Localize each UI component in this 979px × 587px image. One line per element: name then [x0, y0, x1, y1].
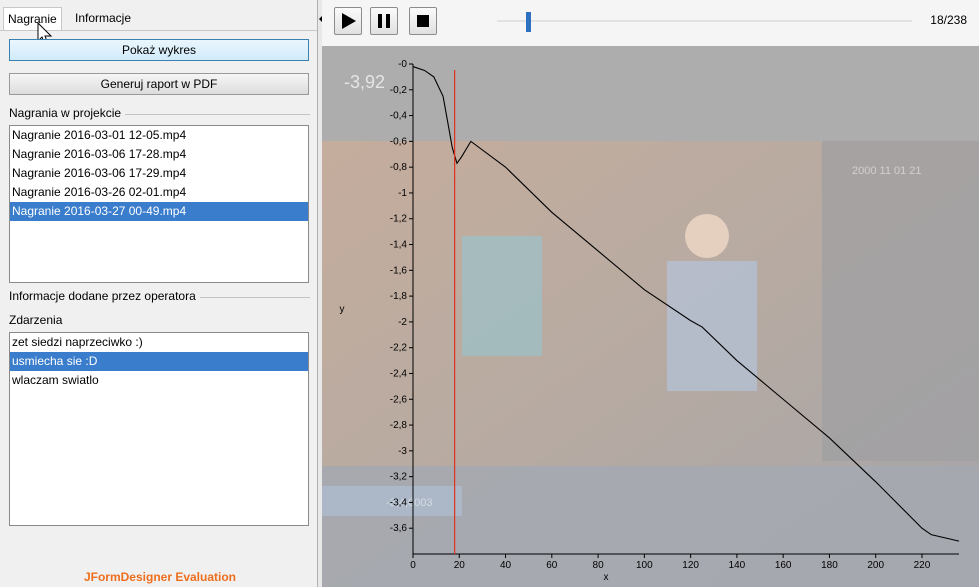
evaluation-watermark: JFormDesigner Evaluation	[83, 570, 237, 584]
y-tick-label: -2	[398, 317, 407, 328]
y-tick-label: -1,4	[390, 240, 408, 251]
x-tick-label: 20	[454, 560, 466, 571]
y-tick-label: -0,2	[390, 85, 408, 96]
frame-counter: 18/238	[930, 13, 967, 27]
y-tick-label: -1,2	[390, 214, 408, 225]
y-tick-label: -0,8	[390, 162, 408, 173]
recording-list-item[interactable]: Nagranie 2016-03-06 17-29.mp4	[10, 164, 308, 183]
event-list-item[interactable]: wlaczam swiatlo	[10, 371, 308, 390]
y-tick-label: -2,6	[390, 394, 408, 405]
x-tick-label: 200	[867, 560, 884, 571]
y-axis-label: y	[340, 304, 345, 315]
play-icon	[342, 13, 356, 29]
left-panel: Nagranie Informacje Pokaż wykres Generuj…	[0, 0, 320, 587]
x-tick-label: 80	[593, 560, 605, 571]
x-tick-label: 180	[821, 560, 838, 571]
chart: 0 20 40 60 80 100 120 140 160 180 200 220 -0 -0,2 -0,4…	[322, 46, 979, 587]
y-tick-label: -2,8	[390, 420, 408, 431]
seek-slider-track[interactable]	[497, 20, 912, 22]
stop-button[interactable]	[409, 7, 437, 35]
recordings-list[interactable]: Nagranie 2016-03-01 12-05.mp4 Nagranie 20…	[9, 125, 309, 283]
operator-info-section-header: Informacje dodane przez operatora	[9, 289, 310, 305]
play-button[interactable]	[334, 7, 362, 35]
y-tick-label: -0,4	[390, 111, 408, 122]
y-tick-label: -3,6	[390, 523, 408, 534]
y-tick-label: -1,6	[390, 265, 408, 276]
recordings-section-header: Nagrania w projekcie	[9, 106, 310, 122]
event-list-item[interactable]: zet siedzi naprzeciwko :)	[10, 333, 308, 352]
x-tick-label: 100	[636, 560, 653, 571]
recording-list-item[interactable]: Nagranie 2016-03-06 17-28.mp4	[10, 145, 308, 164]
y-tick-label: -1	[398, 188, 407, 199]
x-tick-label: 120	[682, 560, 699, 571]
stop-icon	[417, 15, 429, 27]
x-tick-label: 60	[546, 560, 558, 571]
y-tick-label: -0,6	[390, 136, 408, 147]
x-axis-label: x	[604, 572, 609, 583]
pause-icon	[378, 14, 390, 28]
y-tick-label: -3,2	[390, 472, 408, 483]
x-tick-label: 140	[729, 560, 746, 571]
x-tick-label: 160	[775, 560, 792, 571]
y-tick-label: -3,4	[390, 497, 408, 508]
events-list[interactable]: zet siedzi naprzeciwko :) usmiecha sie :D…	[9, 332, 309, 526]
tab-info[interactable]: Informacje	[71, 7, 135, 29]
show-chart-button[interactable]: Pokaż wykres	[9, 39, 309, 61]
y-tick-label: -2,4	[390, 368, 408, 379]
event-list-item[interactable]: usmiecha sie :D	[10, 352, 308, 371]
x-tick-label: 0	[410, 560, 416, 571]
operator-info-section-title: Informacje dodane przez operatora	[9, 289, 200, 303]
video-area: -3,92 2000 11 01 21 -3,4,0003 0204060801…	[322, 46, 979, 587]
recording-list-item[interactable]: Nagranie 2016-03-27 00-49.mp4	[10, 202, 308, 221]
seek-slider-thumb[interactable]	[526, 12, 532, 32]
recordings-section-title: Nagrania w projekcie	[9, 106, 126, 120]
pause-button[interactable]	[370, 7, 398, 35]
x-tick-label: 220	[914, 560, 931, 571]
y-tick-label: -2,2	[390, 343, 408, 354]
y-tick-label: -0	[398, 59, 407, 70]
recording-list-item[interactable]: Nagranie 2016-03-26 02-01.mp4	[10, 183, 308, 202]
y-tick-label: -3	[398, 446, 407, 457]
pdf-report-button[interactable]: Generuj raport w PDF	[9, 73, 309, 95]
y-tick-label: -1,8	[390, 291, 408, 302]
events-label: Zdarzenia	[9, 313, 63, 327]
player-toolbar: 18/238	[322, 0, 979, 46]
x-tick-label: 40	[500, 560, 512, 571]
chart-background	[322, 46, 979, 587]
recording-list-item[interactable]: Nagranie 2016-03-01 12-05.mp4	[10, 126, 308, 145]
